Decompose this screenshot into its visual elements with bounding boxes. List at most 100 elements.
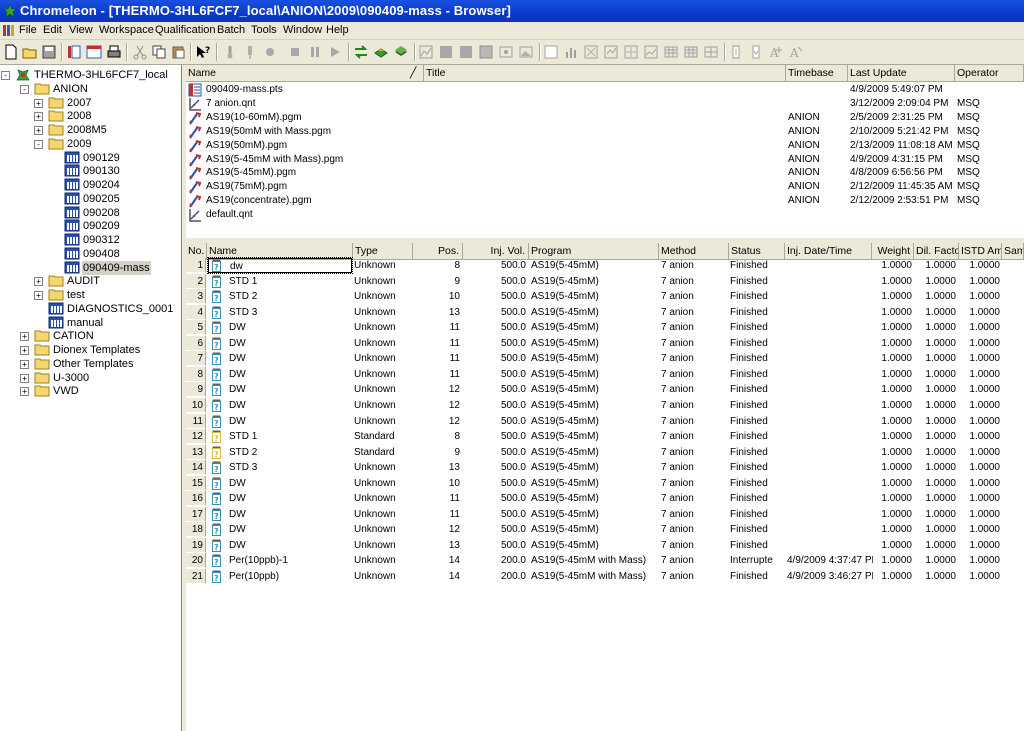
sample-row-number[interactable]: 6	[186, 335, 206, 351]
tree-node-other-templates[interactable]: + Other Templates	[0, 357, 181, 371]
sample-inj-volume[interactable]: 500.0	[464, 320, 526, 335]
sample-name[interactable]: STD 1	[229, 274, 349, 289]
sample-program[interactable]: AS19(5-45mM with Mass)	[531, 569, 659, 584]
sample-row-number[interactable]: 21	[186, 569, 206, 584]
sample-type[interactable]: Unknown	[354, 491, 412, 506]
tree-node-090209[interactable]: 090209	[0, 219, 181, 233]
tree-node-2007[interactable]: +2007	[0, 96, 181, 110]
tree-node-2008m5[interactable]: +2008M5	[0, 123, 181, 137]
sample-method[interactable]: 7 anion	[661, 367, 729, 382]
tree-node-090208[interactable]: 090208	[0, 206, 181, 220]
gray-tool-8-icon[interactable]	[623, 44, 639, 60]
sample-istd-amount[interactable]: 1.0000	[961, 460, 1000, 475]
sample-inj-volume[interactable]: 500.0	[464, 274, 526, 289]
sample-row-number[interactable]: 5	[186, 320, 206, 336]
sample-name[interactable]: DW	[229, 491, 349, 506]
sample-program[interactable]: AS19(5-45mM)	[531, 258, 659, 273]
tree-node-090129[interactable]: 090129	[0, 151, 181, 165]
column-header-dil-factor[interactable]: Dil. Facto	[914, 243, 959, 259]
sample-istd-amount[interactable]: 1.0000	[961, 367, 1000, 382]
sample-dil-factor[interactable]: 1.0000	[916, 258, 956, 273]
sample-inj-volume[interactable]: 500.0	[464, 491, 526, 506]
sample-position[interactable]: 11	[414, 491, 460, 506]
file-row[interactable]: AS19(50mM).pgm ANION 2/13/2009 11:08:18 AM…	[186, 139, 1024, 153]
column-header-no[interactable]: No.	[186, 243, 207, 259]
sample-istd-amount[interactable]: 1.0000	[961, 274, 1000, 289]
sample-row[interactable]: 7? DW Unknown 11 500.0 AS19(5-45mM) 7 anion Fin…	[186, 351, 1024, 367]
sample-row[interactable]: 17? DW Unknown 11 500.0 AS19(5-45mM) 7 anion Fi…	[186, 506, 1024, 523]
gray-tool-2-icon[interactable]	[458, 44, 474, 60]
sample-weight[interactable]: 1.0000	[873, 382, 912, 397]
sample-row-number[interactable]: 13	[186, 444, 206, 460]
column-header-operator[interactable]: Operator	[955, 65, 1024, 81]
sample-weight[interactable]: 1.0000	[873, 336, 912, 351]
file-row[interactable]: 7 anion.qnt 3/12/2009 2:09:04 PM MSQ	[186, 97, 1024, 111]
sample-inj-volume[interactable]: 200.0	[464, 569, 526, 584]
expander-icon[interactable]: +	[20, 359, 29, 369]
sample-position[interactable]: 10	[414, 476, 460, 491]
sample-row[interactable]: 18? DW Unknown 12 500.0 AS19(5-45mM) 7 anion Fi…	[186, 522, 1024, 538]
sample-istd-amount[interactable]: 1.0000	[961, 336, 1000, 351]
sample-type[interactable]: Unknown	[354, 336, 412, 351]
gray-tool-7-icon[interactable]	[603, 44, 619, 60]
sample-status[interactable]: Finished	[730, 351, 784, 366]
sample-row[interactable]: 4? STD 3 Unknown 13 500.0 AS19(5-45mM) 7 anion…	[186, 304, 1024, 321]
menu-edit[interactable]: Edit	[43, 24, 62, 36]
print-icon[interactable]	[106, 44, 122, 60]
sample-inj-volume[interactable]: 500.0	[464, 414, 526, 429]
sample-row-number[interactable]: 4	[186, 304, 206, 320]
sample-program[interactable]: AS19(5-45mM)	[531, 289, 659, 304]
sample-row-number[interactable]: 10	[186, 397, 206, 413]
sample-program[interactable]: AS19(5-45mM)	[531, 382, 659, 397]
sample-program[interactable]: AS19(5-45mM)	[531, 460, 659, 475]
file-row[interactable]: AS19(10-60mM).pgm ANION 2/5/2009 2:31:25 P…	[186, 111, 1024, 125]
sample-type[interactable]: Unknown	[354, 289, 412, 304]
sample-program[interactable]: AS19(5-45mM)	[531, 351, 659, 366]
sample-dil-factor[interactable]: 1.0000	[916, 445, 956, 460]
sample-method[interactable]: 7 anion	[661, 305, 729, 320]
sample-istd-amount[interactable]: 1.0000	[961, 553, 1000, 568]
column-header-inj-datetime[interactable]: Inj. Date/Time	[785, 243, 872, 259]
expander-icon[interactable]: +	[20, 346, 29, 355]
sample-status[interactable]: Finished	[730, 274, 784, 289]
grid-tool-2-icon[interactable]	[683, 44, 699, 60]
tree-node-090205[interactable]: 090205	[0, 192, 181, 206]
menu-help[interactable]: Help	[326, 24, 349, 36]
sample-edit-icon[interactable]: A	[788, 44, 804, 60]
open-icon[interactable]	[22, 44, 38, 60]
sample-row[interactable]: 3? STD 2 Unknown 10 500.0 AS19(5-45mM) 7 anion…	[186, 289, 1024, 305]
sample-add-icon[interactable]: A	[768, 44, 784, 60]
expander-icon[interactable]: +	[34, 291, 43, 300]
grid-tool-3-icon[interactable]	[703, 44, 719, 60]
sample-program[interactable]: AS19(5-45mM)	[531, 367, 659, 382]
sample-dil-factor[interactable]: 1.0000	[916, 569, 956, 584]
expander-icon[interactable]: +	[34, 126, 43, 135]
import-icon[interactable]	[748, 44, 764, 60]
help-pointer-icon[interactable]: ?	[195, 44, 211, 60]
sample-inj-volume[interactable]: 500.0	[464, 429, 526, 444]
sample-method[interactable]: 7 anion	[661, 274, 729, 289]
sample-dil-factor[interactable]: 1.0000	[916, 414, 956, 429]
sample-row[interactable]: 8? DW Unknown 11 500.0 AS19(5-45mM) 7 anion Fin…	[186, 366, 1024, 383]
tree-node-2008[interactable]: +2008	[0, 109, 181, 123]
sample-row[interactable]: 5? DW Unknown 11 500.0 AS19(5-45mM) 7 anion Fin…	[186, 320, 1024, 336]
sample-type[interactable]: Unknown	[354, 569, 412, 584]
sample-position[interactable]: 11	[414, 320, 460, 335]
sample-name[interactable]: STD 1	[229, 429, 349, 444]
column-header-title[interactable]: Title	[424, 65, 786, 81]
export-icon[interactable]	[728, 44, 744, 60]
sample-program[interactable]: AS19(5-45mM)	[531, 476, 659, 491]
sample-type[interactable]: Standard	[354, 429, 412, 444]
new-icon[interactable]	[3, 44, 19, 60]
sample-position[interactable]: 12	[414, 522, 460, 537]
sample-name[interactable]: STD 3	[229, 460, 349, 475]
expander-icon[interactable]: -	[20, 84, 29, 94]
tree-node-090312[interactable]: 090312	[0, 233, 181, 247]
sample-weight[interactable]: 1.0000	[873, 553, 912, 568]
sample-program[interactable]: AS19(5-45mM)	[531, 398, 659, 413]
sample-istd-amount[interactable]: 1.0000	[961, 258, 1000, 273]
layers-icon[interactable]	[393, 44, 409, 60]
batch-icon[interactable]	[373, 44, 389, 60]
sample-istd-amount[interactable]: 1.0000	[961, 429, 1000, 444]
sample-dil-factor[interactable]: 1.0000	[916, 522, 956, 537]
